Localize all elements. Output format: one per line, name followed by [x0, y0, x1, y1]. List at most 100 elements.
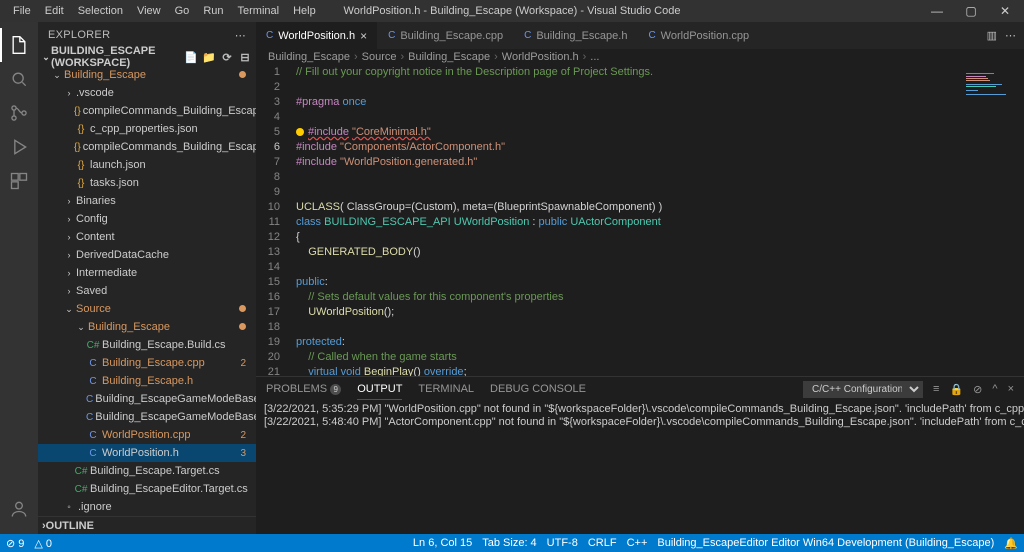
panel-tabs: PROBLEMS 9 OUTPUT TERMINAL DEBUG CONSOLE C/C…	[256, 377, 1024, 401]
status-item[interactable]: CRLF	[588, 537, 617, 550]
tree-file[interactable]: CBuilding_Escape.h	[38, 372, 256, 390]
tree-file[interactable]: ◦.ignore	[38, 498, 256, 516]
tree-file[interactable]: CBuilding_Escape.cpp2	[38, 354, 256, 372]
tree-folder[interactable]: ›.vscode	[38, 84, 256, 102]
sidebar-title: EXPLORER	[48, 29, 110, 41]
menu-go[interactable]: Go	[168, 3, 197, 19]
menu-view[interactable]: View	[130, 3, 168, 19]
sidebar: EXPLORER ⋯ ⌄ BUILDING_ESCAPE (WORKSPACE)…	[38, 22, 256, 534]
breadcrumb[interactable]: Building_Escape › Source › Building_Esca…	[256, 49, 1024, 65]
minimap[interactable]	[964, 71, 1012, 99]
close-icon[interactable]: ×	[1008, 383, 1014, 395]
menu-terminal[interactable]: Terminal	[231, 3, 287, 19]
tree-folder[interactable]: ›Config	[38, 210, 256, 228]
menu-file[interactable]: File	[6, 3, 38, 19]
menu-selection[interactable]: Selection	[71, 3, 130, 19]
output-content[interactable]: [3/22/2021, 5:35:29 PM] "WorldPosition.c…	[256, 401, 1024, 534]
status-item[interactable]: 🔔	[1004, 537, 1018, 550]
explorer-icon[interactable]	[0, 28, 38, 62]
close-icon[interactable]: ✕	[988, 4, 1022, 18]
window-title: WorldPosition.h - Building_Escape (Works…	[344, 5, 681, 17]
menu-run[interactable]: Run	[196, 3, 230, 19]
tree-file[interactable]: {}launch.json	[38, 156, 256, 174]
new-file-icon[interactable]: 📄	[184, 51, 198, 64]
search-icon[interactable]	[0, 62, 38, 96]
status-right: Ln 6, Col 15 Tab Size: 4 UTF-8 CRLF C++ Build…	[413, 537, 1018, 550]
accounts-icon[interactable]	[0, 492, 38, 526]
tab-label: Building_Escape.cpp	[400, 30, 503, 42]
panel-tab[interactable]: PROBLEMS 9	[266, 383, 341, 395]
breadcrumb-item[interactable]: WorldPosition.h	[502, 51, 579, 63]
new-folder-icon[interactable]: 📁	[202, 51, 216, 64]
more-icon[interactable]: ⋯	[1005, 29, 1016, 42]
status-item[interactable]: ⊘ 9	[6, 537, 24, 550]
status-item[interactable]: Ln 6, Col 15	[413, 537, 472, 550]
collapse-icon[interactable]: ⊟	[238, 51, 252, 64]
tree-file[interactable]: C#Building_EscapeEditor.Target.cs	[38, 480, 256, 498]
more-icon[interactable]: ⋯	[235, 29, 246, 42]
status-item[interactable]: Tab Size: 4	[482, 537, 536, 550]
panel-tab[interactable]: DEBUG CONSOLE	[490, 383, 586, 395]
tree-folder[interactable]: ›Saved	[38, 282, 256, 300]
refresh-icon[interactable]: ⟳	[220, 51, 234, 64]
tree-file[interactable]: {}c_cpp_properties.json	[38, 120, 256, 138]
breadcrumb-item[interactable]: Building_Escape	[268, 51, 350, 63]
tree-file[interactable]: CWorldPosition.cpp2	[38, 426, 256, 444]
tree-file[interactable]: C#Building_Escape.Build.cs	[38, 336, 256, 354]
tree-folder[interactable]: ›Binaries	[38, 192, 256, 210]
chevron-down-icon: ⌄	[41, 52, 51, 63]
breadcrumb-item[interactable]: ...	[590, 51, 599, 63]
tree-folder[interactable]: ⌄Building_Escape	[38, 66, 256, 84]
tab[interactable]: CWorldPosition.cpp	[638, 22, 760, 49]
panel-tab[interactable]: OUTPUT	[357, 383, 402, 395]
menu-help[interactable]: Help	[286, 3, 323, 19]
tab[interactable]: CBuilding_Escape.cpp	[378, 22, 514, 49]
outline-header[interactable]: › OUTLINE	[38, 516, 256, 534]
maximize-icon[interactable]: ▢	[954, 4, 988, 18]
menubar: FileEditSelectionViewGoRunTerminalHelp	[0, 3, 323, 19]
code-body[interactable]: // Fill out your copyright notice in the…	[296, 65, 1024, 376]
activity-bar	[0, 22, 38, 534]
split-icon[interactable]: ▥	[987, 29, 997, 42]
lock-icon[interactable]: 🔒	[949, 383, 963, 396]
status-item[interactable]: △ 0	[34, 537, 52, 550]
status-item[interactable]: Building_EscapeEditor Editor Win64 Devel…	[657, 537, 994, 550]
project-header[interactable]: ⌄ BUILDING_ESCAPE (WORKSPACE) 📄 📁 ⟳ ⊟	[38, 48, 256, 66]
minimize-icon[interactable]: —	[920, 4, 954, 18]
tree-file[interactable]: {}tasks.json	[38, 174, 256, 192]
tab[interactable]: CWorldPosition.h×	[256, 22, 378, 49]
file-tree: ⌄Building_Escape›.vscode{}compileCommand…	[38, 66, 256, 516]
titlebar: FileEditSelectionViewGoRunTerminalHelp W…	[0, 0, 1024, 22]
tree-folder[interactable]: ⌄Building_Escape	[38, 318, 256, 336]
tab-label: WorldPosition.h	[278, 30, 355, 42]
breadcrumb-item[interactable]: Source	[362, 51, 397, 63]
tree-folder[interactable]: ›DerivedDataCache	[38, 246, 256, 264]
menu-edit[interactable]: Edit	[38, 3, 71, 19]
tree-file[interactable]: CBuilding_EscapeGameModeBase.cpp	[38, 390, 256, 408]
chevron-up-icon[interactable]: ^	[992, 383, 997, 395]
scm-icon[interactable]	[0, 96, 38, 130]
tree-file[interactable]: C#Building_Escape.Target.cs	[38, 462, 256, 480]
breadcrumb-item[interactable]: Building_Escape	[408, 51, 490, 63]
window-controls: — ▢ ✕	[920, 4, 1022, 18]
debug-icon[interactable]	[0, 130, 38, 164]
statusbar: ⊘ 9 △ 0 Ln 6, Col 15 Tab Size: 4 UTF-8 CRLF C…	[0, 534, 1024, 552]
output-channel-select[interactable]: C/C++ Configuration W	[803, 381, 923, 398]
tree-folder[interactable]: ›Intermediate	[38, 264, 256, 282]
code-editor[interactable]: 1234567891011121314151617181920212223242…	[256, 65, 1024, 376]
panel-tab[interactable]: TERMINAL	[418, 383, 474, 395]
tree-file[interactable]: CWorldPosition.h3	[38, 444, 256, 462]
list-icon[interactable]: ≡	[933, 383, 939, 395]
close-icon[interactable]: ×	[360, 29, 367, 43]
tree-file[interactable]: {}compileCommands_Building_Escape	[38, 102, 256, 120]
status-item[interactable]: C++	[627, 537, 648, 550]
tab[interactable]: CBuilding_Escape.h	[514, 22, 638, 49]
extensions-icon[interactable]	[0, 164, 38, 198]
tree-folder[interactable]: ›Content	[38, 228, 256, 246]
project-actions: 📄 📁 ⟳ ⊟	[184, 51, 252, 64]
tree-file[interactable]: CBuilding_EscapeGameModeBase.h	[38, 408, 256, 426]
status-item[interactable]: UTF-8	[547, 537, 578, 550]
tree-folder[interactable]: ⌄Source	[38, 300, 256, 318]
tree-file[interactable]: {}compileCommands_Building_Escape.json	[38, 138, 256, 156]
clear-icon[interactable]: ⊘	[973, 383, 982, 396]
